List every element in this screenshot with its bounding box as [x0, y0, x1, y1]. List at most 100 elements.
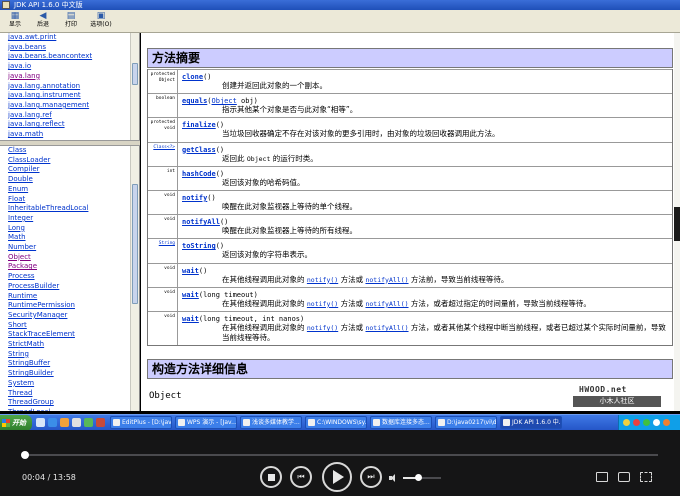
- tray-icon[interactable]: [643, 419, 650, 426]
- method-name-link[interactable]: wait: [182, 291, 199, 299]
- class-link[interactable]: System: [0, 379, 140, 389]
- package-link[interactable]: java.beans: [0, 43, 140, 53]
- scrollbar-thumb[interactable]: [132, 184, 138, 304]
- method-name-link[interactable]: toString: [182, 242, 216, 250]
- taskbar-button[interactable]: WPS 演示 - [Jav...: [175, 416, 237, 429]
- class-link[interactable]: Compiler: [0, 165, 140, 175]
- class-link[interactable]: Short: [0, 321, 140, 331]
- method-name-link[interactable]: notify: [182, 194, 207, 202]
- package-link[interactable]: java.math: [0, 130, 140, 140]
- seek-handle[interactable]: [21, 451, 30, 459]
- method-name-link[interactable]: getClass: [182, 146, 216, 154]
- class-link[interactable]: Enum: [0, 185, 140, 195]
- class-link[interactable]: Float: [0, 195, 140, 205]
- package-link[interactable]: java.beans.beancontext: [0, 52, 140, 62]
- tray-icon[interactable]: [653, 419, 660, 426]
- tray-icon[interactable]: [623, 419, 630, 426]
- quicklaunch-app-icon[interactable]: [96, 418, 105, 427]
- class-link[interactable]: StringBuilder: [0, 369, 140, 379]
- content-scrollbar[interactable]: [674, 33, 680, 411]
- window-title-bar[interactable]: JDK API 1.6.0 中文版: [0, 0, 680, 10]
- previous-button[interactable]: ⏮: [290, 466, 312, 488]
- taskbar-button[interactable]: JDK API 1.6.0 中...: [500, 416, 562, 429]
- tray-icon[interactable]: [633, 419, 640, 426]
- notifyall-link[interactable]: notifyAll(): [365, 276, 408, 284]
- taskbar-button[interactable]: D:\java0217\vi\d...: [435, 416, 497, 429]
- class-link[interactable]: StringBuffer: [0, 359, 140, 369]
- class-link[interactable]: InheritableThreadLocal: [0, 204, 140, 214]
- taskbar-button[interactable]: C:\WINDOWS\sy...: [305, 416, 367, 429]
- scrollbar-thumb[interactable]: [132, 63, 138, 85]
- package-link[interactable]: java.lang.ref: [0, 111, 140, 121]
- taskbar-button[interactable]: 浅谈多媒体教学...: [240, 416, 302, 429]
- taskbar-button[interactable]: EditPlus - [D:\jav...: [110, 416, 172, 429]
- class-link[interactable]: SecurityManager: [0, 311, 140, 321]
- class-link[interactable]: String: [0, 350, 140, 360]
- quicklaunch-ie-icon[interactable]: [48, 418, 57, 427]
- fullscreen-icon[interactable]: [640, 472, 652, 482]
- toolbar-show-button[interactable]: ▦ 显示: [2, 11, 28, 32]
- quicklaunch-folder-icon[interactable]: [72, 418, 81, 427]
- method-name-link[interactable]: notifyAll: [182, 218, 220, 226]
- play-button[interactable]: [322, 462, 352, 492]
- class-link[interactable]: ClassLoader: [0, 156, 140, 166]
- class-link[interactable]: Integer: [0, 214, 140, 224]
- class-link[interactable]: Process: [0, 272, 140, 282]
- class-link[interactable]: Math: [0, 233, 140, 243]
- package-link[interactable]: java.lang.reflect: [0, 120, 140, 130]
- notifyall-link[interactable]: notifyAll(): [365, 300, 408, 308]
- scrollbar-thumb[interactable]: [674, 207, 680, 241]
- class-link[interactable]: Package: [0, 262, 140, 272]
- package-link[interactable]: java.lang.management: [0, 101, 140, 111]
- class-link[interactable]: Number: [0, 243, 140, 253]
- class-link[interactable]: ThreadLocal: [0, 408, 140, 411]
- class-link[interactable]: Object: [0, 253, 140, 263]
- class-link[interactable]: Long: [0, 224, 140, 234]
- next-button[interactable]: ⏭: [360, 466, 382, 488]
- method-name-link[interactable]: finalize: [182, 121, 216, 129]
- class-link[interactable]: StrictMath: [0, 340, 140, 350]
- method-name-link[interactable]: hashCode: [182, 170, 216, 178]
- mini-mode-icon[interactable]: [618, 472, 630, 482]
- class-link[interactable]: ProcessBuilder: [0, 282, 140, 292]
- method-name-link[interactable]: wait: [182, 315, 199, 323]
- param-type-link[interactable]: Object: [212, 97, 237, 105]
- package-list-scrollbar[interactable]: [130, 33, 139, 140]
- notify-link[interactable]: notify(): [307, 276, 338, 284]
- class-link[interactable]: Class: [0, 146, 140, 156]
- notifyall-link[interactable]: notifyAll(): [365, 324, 408, 332]
- stop-button[interactable]: [260, 466, 282, 488]
- package-link[interactable]: java.io: [0, 62, 140, 72]
- class-link[interactable]: ThreadGroup: [0, 398, 140, 408]
- class-list-scrollbar[interactable]: [130, 146, 139, 411]
- toolbar-options-button[interactable]: ▣ 选项(O): [88, 11, 114, 32]
- playlist-icon[interactable]: [596, 472, 608, 482]
- tray-icon[interactable]: [663, 419, 670, 426]
- volume-icon[interactable]: [389, 474, 399, 482]
- volume-handle[interactable]: [415, 474, 423, 481]
- method-name-link[interactable]: equals: [182, 97, 207, 105]
- package-link[interactable]: java.awt.print: [0, 33, 140, 43]
- class-link[interactable]: Thread: [0, 389, 140, 399]
- class-link[interactable]: Runtime: [0, 292, 140, 302]
- method-name-link[interactable]: wait: [182, 267, 199, 275]
- class-link[interactable]: Double: [0, 175, 140, 185]
- volume-slider[interactable]: [403, 474, 441, 481]
- toolbar-print-button[interactable]: ▤ 打印: [58, 11, 84, 32]
- method-return-type[interactable]: Class<?>: [148, 142, 178, 166]
- notify-link[interactable]: notify(): [307, 300, 338, 308]
- notify-link[interactable]: notify(): [307, 324, 338, 332]
- start-button[interactable]: 开始: [0, 415, 32, 431]
- class-link[interactable]: RuntimePermission: [0, 301, 140, 311]
- taskbar-button[interactable]: 数据库连接多态...: [370, 416, 432, 429]
- package-link[interactable]: java.lang: [0, 72, 140, 82]
- package-link[interactable]: java.lang.annotation: [0, 82, 140, 92]
- quicklaunch-app-icon[interactable]: [84, 418, 93, 427]
- method-return-type[interactable]: String: [148, 239, 178, 263]
- quicklaunch-media-icon[interactable]: [60, 418, 69, 427]
- quicklaunch-desktop-icon[interactable]: [36, 418, 45, 427]
- toolbar-back-button[interactable]: ◀ 后退: [30, 11, 56, 32]
- package-link[interactable]: java.lang.instrument: [0, 91, 140, 101]
- class-link[interactable]: StackTraceElement: [0, 330, 140, 340]
- method-name-link[interactable]: clone: [182, 73, 203, 81]
